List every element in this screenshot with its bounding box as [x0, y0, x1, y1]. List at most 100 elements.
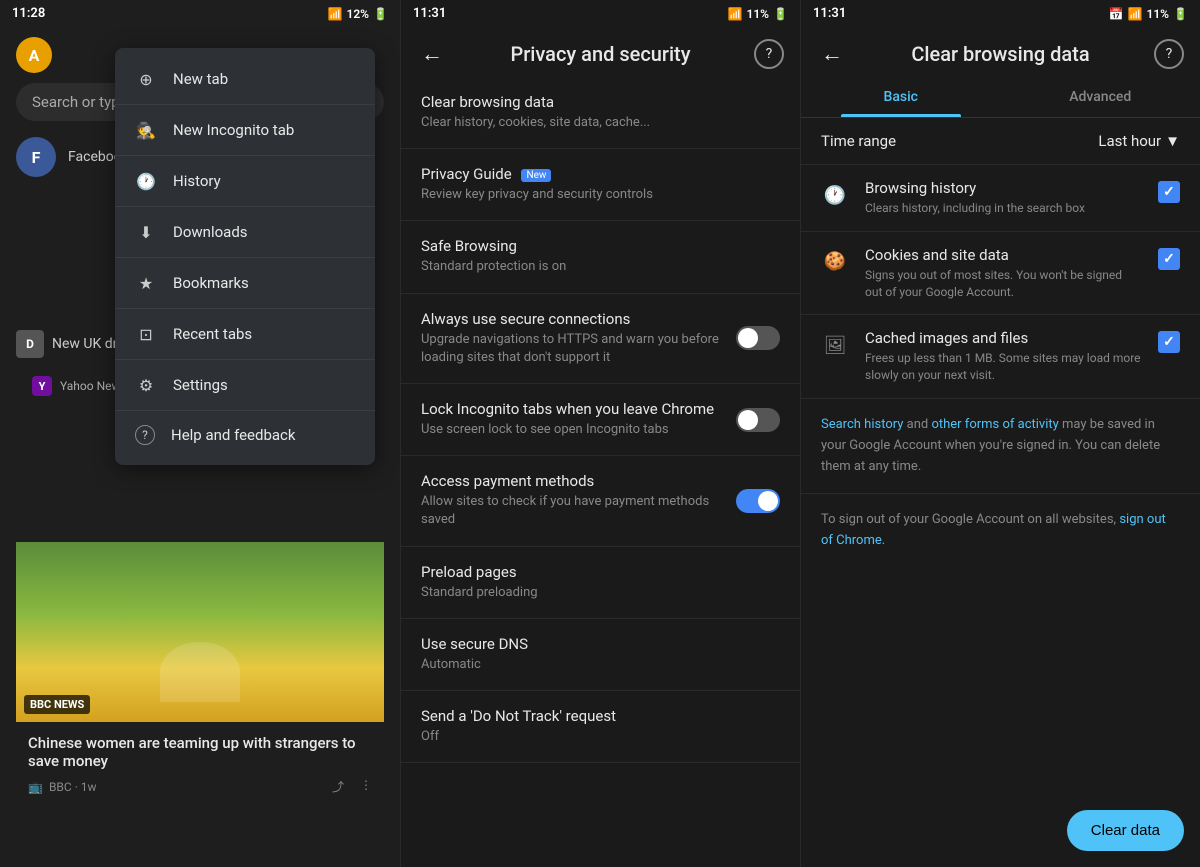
tab-basic[interactable]: Basic: [801, 77, 1001, 117]
toggle-secure-connections[interactable]: [736, 326, 780, 350]
more-icon-2[interactable]: ⋮: [360, 778, 372, 795]
menu-item-history[interactable]: 🕐 History: [115, 156, 375, 207]
time-display-3: 11:31: [813, 6, 846, 21]
other-forms-link[interactable]: other forms of activity: [931, 417, 1058, 432]
setting-title-1: Privacy Guide New: [421, 165, 780, 183]
cached-title: Cached images and files: [865, 329, 1142, 347]
image-icon: 🖼: [821, 331, 849, 359]
avatar[interactable]: A: [16, 37, 52, 73]
setting-lock-incognito[interactable]: Lock Incognito tabs when you leave Chrom…: [401, 384, 800, 456]
setting-clear-data[interactable]: Clear browsing data Clear history, cooki…: [401, 77, 800, 149]
browsing-history-content: Browsing history Clears history, includi…: [865, 179, 1142, 217]
setting-subtitle-7: Automatic: [421, 656, 780, 674]
incognito-icon: 🕵: [135, 119, 157, 141]
checkmark-1: ✓: [1163, 251, 1175, 267]
sign-out-text-block: To sign out of your Google Account on al…: [801, 494, 1200, 568]
search-history-link[interactable]: Search history: [821, 417, 903, 432]
bbc-badge: BBC NEWS: [24, 695, 90, 714]
time-display-1: 11:28: [12, 6, 45, 21]
setting-subtitle-8: Off: [421, 728, 780, 746]
setting-preload[interactable]: Preload pages Standard preloading: [401, 547, 800, 619]
toggle-lock-incognito[interactable]: [736, 408, 780, 432]
time-range-value: Last hour ▼: [1098, 132, 1180, 150]
setting-secure-connections[interactable]: Always use secure connections Upgrade na…: [401, 294, 800, 384]
clock-icon-3: 📅: [1109, 7, 1124, 21]
status-icons-3: 📅 📶 11% 🔋: [1109, 7, 1188, 21]
wifi-icon-2: 📶: [728, 7, 743, 21]
time-display-2: 11:31: [413, 6, 446, 21]
menu-item-new-tab[interactable]: ⊕ New tab: [115, 54, 375, 105]
cookies-desc: Signs you out of most sites. You won't b…: [865, 267, 1142, 301]
toggle-thumb-4: [738, 410, 758, 430]
cookies-content: Cookies and site data Signs you out of m…: [865, 246, 1142, 301]
bbc-icon: 📺: [28, 780, 43, 794]
info-text-block: Search history and other forms of activi…: [801, 399, 1200, 494]
checkbox-browsing-history[interactable]: 🕐 Browsing history Clears history, inclu…: [801, 165, 1200, 232]
status-bar-1: 11:28 📶 12% 🔋: [0, 0, 400, 27]
incognito-label: New Incognito tab: [173, 121, 294, 139]
yahoo-icon: Y: [32, 376, 52, 396]
checkmark-2: ✓: [1163, 334, 1175, 350]
checkbox-1[interactable]: ✓: [1158, 248, 1180, 270]
status-bar-3: 11:31 📅 📶 11% 🔋: [801, 0, 1200, 27]
checkbox-cached[interactable]: 🖼 Cached images and files Frees up less …: [801, 315, 1200, 399]
toggle-payment[interactable]: [736, 489, 780, 513]
checkbox-2[interactable]: ✓: [1158, 331, 1180, 353]
status-icons-1: 📶 12% 🔋: [328, 7, 388, 21]
dropdown-menu: ⊕ New tab 🕵 New Incognito tab 🕐 History …: [115, 48, 375, 465]
setting-privacy-guide[interactable]: Privacy Guide New Review key privacy and…: [401, 149, 800, 221]
news-title: Chinese women are teaming up with strang…: [28, 734, 372, 770]
news-image: BBC NEWS: [16, 542, 384, 722]
setting-subtitle-0: Clear history, cookies, site data, cache…: [421, 114, 780, 132]
help-button-2[interactable]: ?: [754, 39, 784, 69]
setting-payment-methods[interactable]: Access payment methods Allow sites to ch…: [401, 456, 800, 546]
bbc-news-card: BBC NEWS Chinese women are teaming up wi…: [16, 542, 384, 807]
downloads-icon: ⬇: [135, 221, 157, 243]
checkmark-0: ✓: [1163, 184, 1175, 200]
setting-info-5: Access payment methods Allow sites to ch…: [421, 472, 720, 529]
battery-icon-3: 🔋: [1173, 7, 1188, 21]
news-meta: 📺 BBC · 1w ⤴ ⋮: [28, 778, 372, 795]
setting-title-2: Safe Browsing: [421, 237, 780, 255]
back-button-2[interactable]: ←: [417, 37, 447, 71]
help-button-3[interactable]: ?: [1154, 39, 1184, 69]
setting-do-not-track[interactable]: Send a 'Do Not Track' request Off: [401, 691, 800, 763]
help-label: Help and feedback: [171, 426, 296, 444]
setting-subtitle-2: Standard protection is on: [421, 258, 780, 276]
settings-label: Settings: [173, 376, 228, 394]
menu-item-downloads[interactable]: ⬇ Downloads: [115, 207, 375, 258]
menu-item-help[interactable]: ? Help and feedback: [115, 411, 375, 459]
history-clock-icon: 🕐: [821, 181, 849, 209]
checkbox-cookies[interactable]: 🍪 Cookies and site data Signs you out of…: [801, 232, 1200, 316]
toggle-thumb-5: [758, 491, 778, 511]
tabs-container: Basic Advanced: [801, 77, 1200, 118]
time-range-label: Time range: [821, 132, 896, 150]
setting-safe-browsing[interactable]: Safe Browsing Standard protection is on: [401, 221, 800, 293]
setting-title-0: Clear browsing data: [421, 93, 780, 111]
battery-display-3: 11%: [1146, 7, 1169, 21]
setting-secure-dns[interactable]: Use secure DNS Automatic: [401, 619, 800, 691]
menu-item-incognito[interactable]: 🕵 New Incognito tab: [115, 105, 375, 156]
setting-info-4: Lock Incognito tabs when you leave Chrom…: [421, 400, 720, 439]
new-badge: New: [521, 169, 551, 182]
checkbox-0[interactable]: ✓: [1158, 181, 1180, 203]
toggle-thumb-3: [738, 328, 758, 348]
panel-chrome-home: 11:28 📶 12% 🔋 A Search or typ F Facebook…: [0, 0, 400, 867]
time-range-row[interactable]: Time range Last hour ▼: [801, 118, 1200, 165]
top-bar-3: ← Clear browsing data ?: [801, 27, 1200, 77]
clear-data-button[interactable]: Clear data: [1067, 810, 1184, 851]
back-button-3[interactable]: ←: [817, 37, 847, 71]
menu-item-recent-tabs[interactable]: ⊡ Recent tabs: [115, 309, 375, 360]
menu-item-bookmarks[interactable]: ★ Bookmarks: [115, 258, 375, 309]
battery-display-2: 11%: [746, 7, 769, 21]
setting-title-7: Use secure DNS: [421, 635, 780, 653]
cookie-icon: 🍪: [821, 248, 849, 276]
setting-info-3: Always use secure connections Upgrade na…: [421, 310, 720, 367]
tab-advanced[interactable]: Advanced: [1001, 77, 1200, 117]
share-icon-2[interactable]: ⤴: [332, 778, 344, 795]
bbc-news-actions: ⤴ ⋮: [332, 778, 372, 795]
recent-tabs-icon: ⊡: [135, 323, 157, 345]
status-bar-2: 11:31 📶 11% 🔋: [401, 0, 800, 27]
menu-item-settings[interactable]: ⚙ Settings: [115, 360, 375, 411]
history-label: History: [173, 172, 221, 190]
